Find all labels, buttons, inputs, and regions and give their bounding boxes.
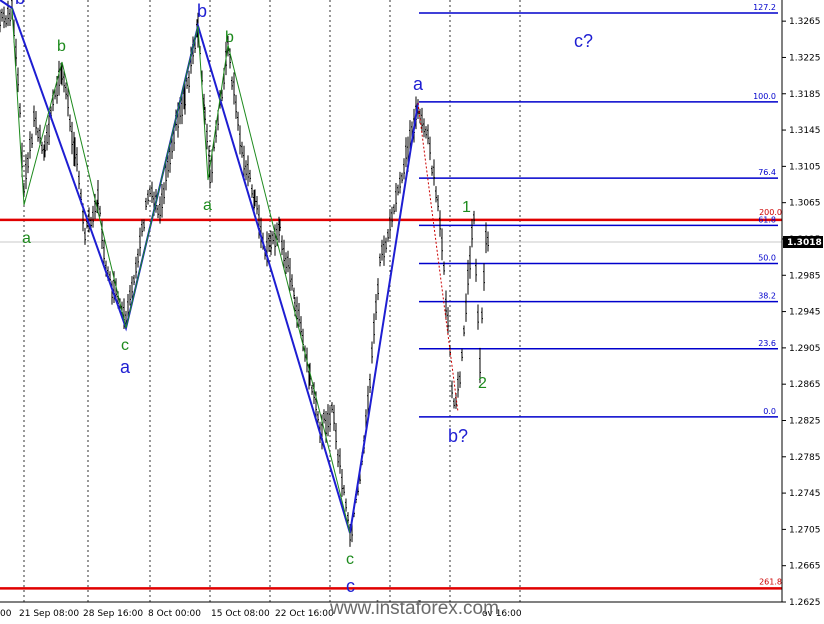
price-tick-label: 1.2745 bbox=[789, 489, 821, 499]
price-tick-label: 1.2625 bbox=[789, 598, 821, 608]
wave-label-blue: c? bbox=[574, 31, 593, 51]
price-tick-label: 1.2705 bbox=[789, 525, 821, 535]
fib-level-label: 100.0 bbox=[753, 92, 776, 101]
wave-label-green: b bbox=[225, 29, 234, 46]
price-tick-label: 1.3185 bbox=[789, 90, 821, 100]
price-tick-label: 1.2865 bbox=[789, 380, 821, 390]
price-tick-label: 1.2785 bbox=[789, 453, 821, 463]
wave-label-green: a bbox=[203, 197, 212, 214]
wave-label-blue: b? bbox=[448, 426, 468, 446]
time-tick-label: 22 Oct 16:00 bbox=[275, 609, 334, 619]
wave-label-green: c bbox=[121, 337, 129, 354]
price-axis: 1.3265 1.3225 1.3185 1.3145 1.3105 1.3065 1.30… bbox=[782, 17, 821, 608]
wave-label-blue: c bbox=[346, 576, 355, 596]
price-tick-label: 1.2665 bbox=[789, 562, 821, 572]
wave-label-green: 1 bbox=[462, 199, 471, 216]
fib-level-label: 50.0 bbox=[758, 253, 776, 262]
time-tick-label: 15 Oct 08:00 bbox=[211, 609, 270, 619]
fib-level-label: 127.2 bbox=[753, 3, 776, 12]
wave-label-blue: a bbox=[413, 74, 424, 94]
price-tick-label: 1.2905 bbox=[789, 344, 821, 354]
price-tick-label: 1.2985 bbox=[789, 271, 821, 281]
wave-label-green: b bbox=[57, 38, 66, 55]
price-tick-label: 1.2945 bbox=[789, 308, 821, 318]
price-tick-label: 1.3065 bbox=[789, 199, 821, 209]
wave-label-blue: a bbox=[120, 357, 131, 377]
price-tick-label: 1.3225 bbox=[789, 53, 821, 63]
time-tick-label: 8 Oct 00:00 bbox=[148, 609, 201, 619]
current-price-label: 1.3018 bbox=[787, 238, 822, 248]
fib-level-label: 76.4 bbox=[758, 168, 776, 177]
current-price-tag: 1.3018 bbox=[783, 236, 823, 248]
wave-label-blue: b bbox=[197, 1, 207, 21]
time-tick-label: 28 Sep 16:00 bbox=[83, 609, 143, 619]
forex-chart: 127.2100.076.461.850.038.223.60.0200.026… bbox=[0, 0, 823, 619]
wave-label-blue: b bbox=[15, 0, 25, 8]
fib-level-label: 38.2 bbox=[758, 292, 776, 301]
extension-level-label: 200.0 bbox=[759, 208, 782, 217]
price-tick-label: 1.3105 bbox=[789, 162, 821, 172]
watermark: www.instaforex.com bbox=[329, 598, 499, 619]
price-tick-label: 1.3265 bbox=[789, 17, 821, 27]
wave-label-green: 2 bbox=[478, 375, 487, 392]
price-tick-label: 1.3145 bbox=[789, 126, 821, 136]
time-tick-label: 00 bbox=[0, 609, 12, 619]
fib-level-label: 0.0 bbox=[763, 407, 776, 416]
price-tick-label: 1.2825 bbox=[789, 416, 821, 426]
fib-level-label: 23.6 bbox=[758, 339, 776, 348]
wave-label-green: c bbox=[346, 551, 354, 568]
time-tick-label: 21 Sep 08:00 bbox=[19, 609, 79, 619]
wave-label-green: a bbox=[22, 230, 31, 247]
extension-level-label: 261.8 bbox=[759, 577, 782, 586]
